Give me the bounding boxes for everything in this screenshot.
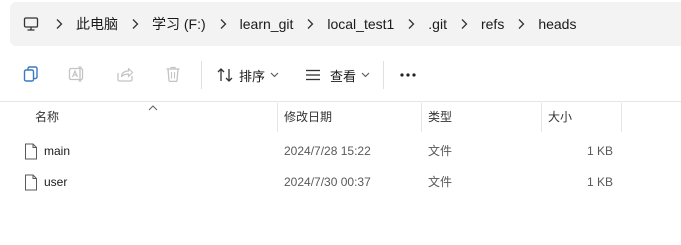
toolbar-divider [383, 61, 384, 89]
file-name: main [44, 144, 71, 158]
delete-button[interactable] [160, 62, 186, 88]
breadcrumb-item-git[interactable]: .git [426, 14, 449, 34]
sort-ascending-icon [148, 101, 158, 111]
breadcrumb-item-heads[interactable]: heads [536, 14, 578, 34]
column-resize-handle[interactable] [277, 103, 278, 132]
file-type: 文件 [428, 144, 453, 158]
chevron-right-icon[interactable] [120, 14, 150, 34]
chevron-right-icon[interactable] [295, 14, 325, 34]
column-header-date[interactable]: 修改日期 [284, 103, 332, 132]
copy-icon [21, 64, 41, 87]
breadcrumb-item-this-pc[interactable]: 此电脑 [74, 14, 120, 34]
view-label: 查看 [330, 68, 357, 84]
view-icon [304, 66, 322, 84]
copy-button[interactable] [18, 62, 44, 88]
column-header-size[interactable]: 大小 [548, 103, 572, 132]
breadcrumb-item-learn-git[interactable]: learn_git [238, 14, 296, 34]
file-name: user [44, 175, 68, 189]
column-header-name[interactable]: 名称 [35, 103, 59, 132]
file-row[interactable]: main 2024/7/28 15:22 文件 1 KB [0, 136, 681, 166]
delete-icon [163, 64, 183, 87]
chevron-right-icon[interactable] [396, 14, 426, 34]
sort-label: 排序 [239, 68, 266, 84]
chevron-right-icon[interactable] [506, 14, 536, 34]
column-resize-handle[interactable] [541, 103, 542, 132]
file-size: 1 KB [586, 175, 613, 189]
rename-icon [67, 64, 87, 87]
breadcrumb-item-drive[interactable]: 学习 (F:) [150, 14, 208, 34]
breadcrumb-item-refs[interactable]: refs [479, 14, 506, 34]
file-row[interactable]: user 2024/7/30 00:37 文件 1 KB [0, 167, 681, 197]
chevron-right-icon[interactable] [449, 14, 479, 34]
computer-icon[interactable] [22, 15, 40, 33]
share-button[interactable] [112, 62, 138, 88]
file-icon [24, 174, 38, 191]
column-resize-handle[interactable] [621, 103, 622, 132]
command-toolbar: 排序 查看 [0, 48, 681, 102]
share-icon [115, 64, 135, 87]
view-dropdown-button[interactable]: 查看 [304, 62, 370, 88]
chevron-right-icon[interactable] [44, 14, 74, 34]
file-icon [24, 143, 38, 160]
column-header-type[interactable]: 类型 [428, 103, 452, 132]
file-date-modified: 2024/7/28 15:22 [284, 144, 371, 158]
sort-icon [216, 66, 234, 84]
file-type: 文件 [428, 175, 453, 189]
rename-button[interactable] [64, 62, 90, 88]
chevron-down-icon [361, 72, 370, 78]
breadcrumb-item-local-test1[interactable]: local_test1 [325, 14, 396, 34]
file-size: 1 KB [586, 144, 613, 158]
more-icon [399, 72, 417, 78]
file-date-modified: 2024/7/30 00:37 [284, 175, 371, 189]
toolbar-divider [201, 61, 202, 89]
chevron-down-icon [270, 72, 279, 78]
address-bar[interactable]: 此电脑 学习 (F:) learn_git local_test1 .git r… [10, 2, 681, 46]
sort-dropdown-button[interactable]: 排序 [216, 62, 279, 88]
chevron-right-icon[interactable] [208, 14, 238, 34]
column-resize-handle[interactable] [421, 103, 422, 132]
column-header-row: 名称 修改日期 类型 大小 [0, 103, 681, 132]
more-options-button[interactable] [396, 62, 420, 88]
